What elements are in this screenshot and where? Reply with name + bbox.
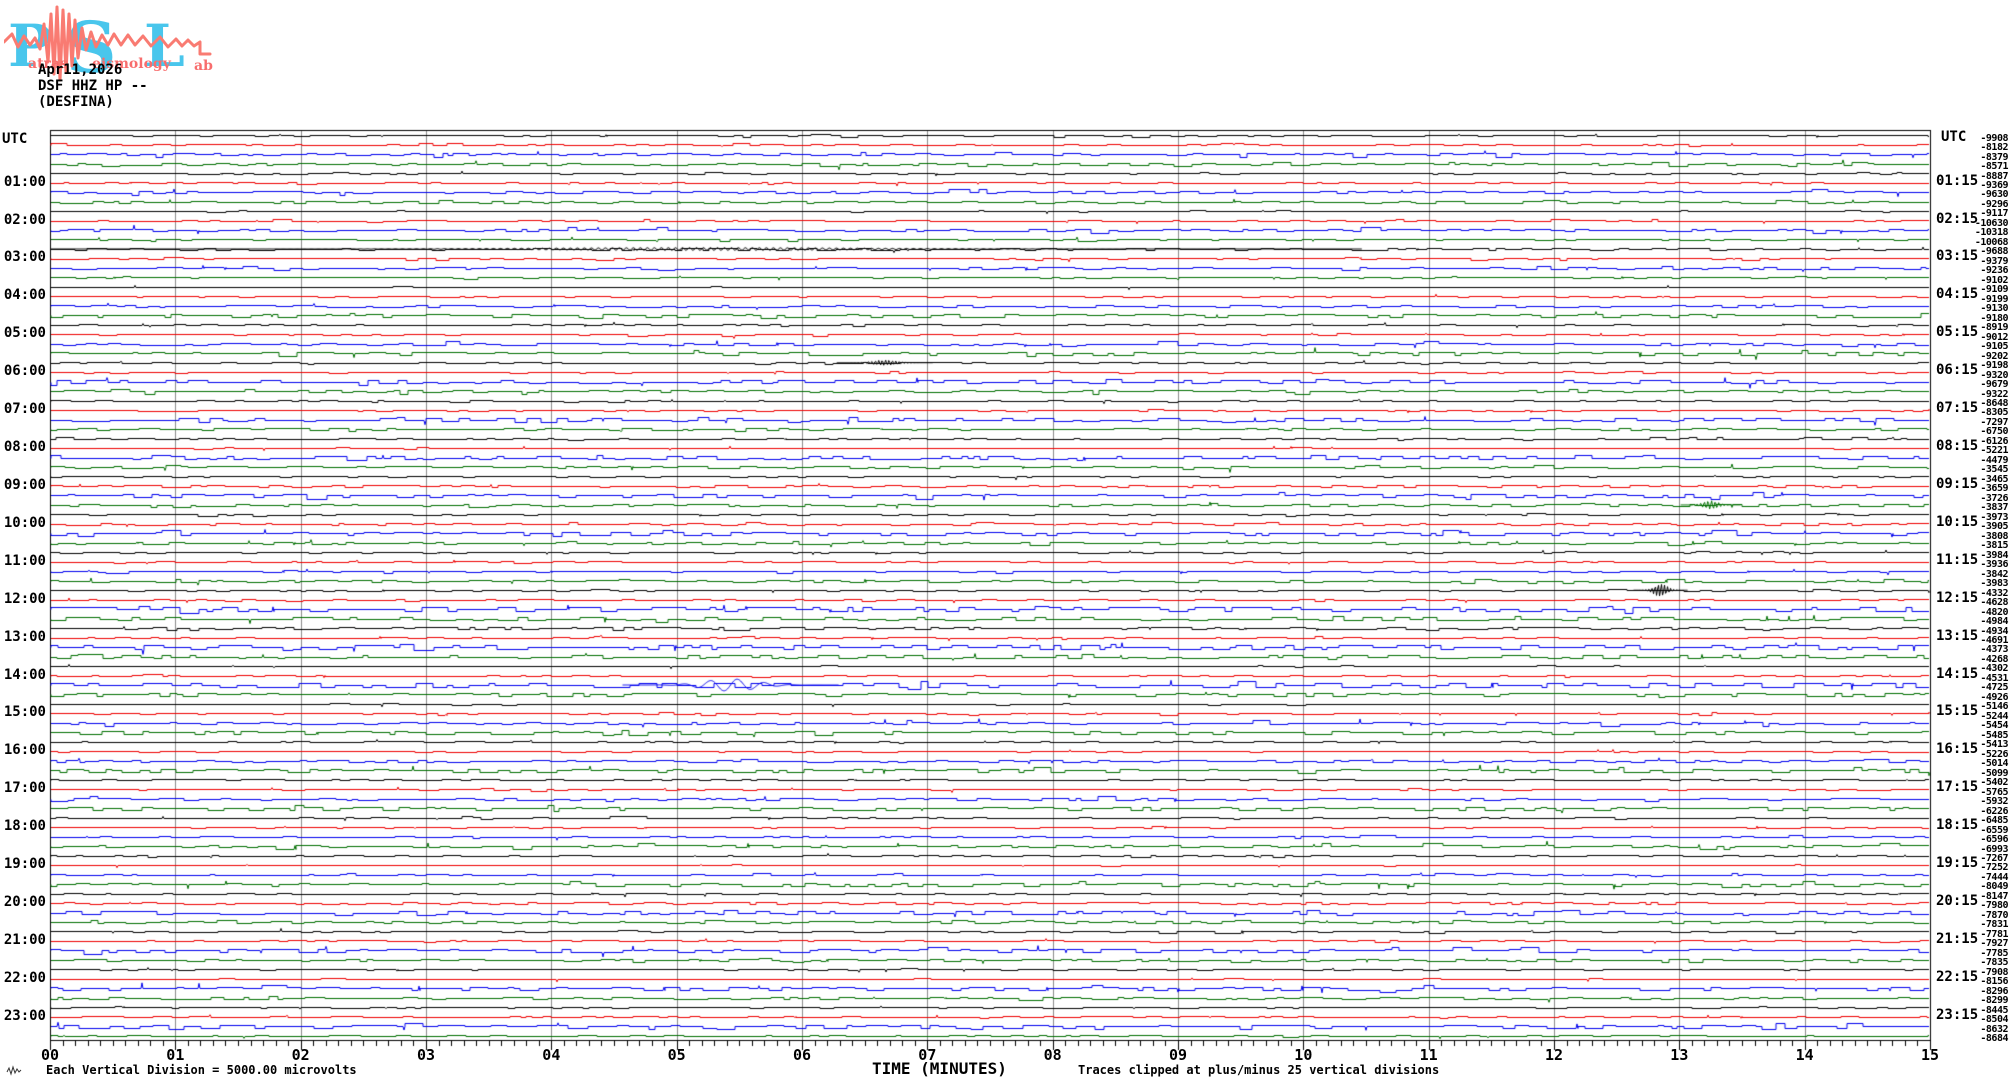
x-axis-label: 01: [166, 1046, 185, 1064]
left-time-label: 12:00: [3, 590, 46, 607]
utc-label-right: UTC: [1941, 129, 1967, 145]
vertical-scale-note: Each Vertical Division = 5000.00 microvo…: [46, 1063, 357, 1077]
left-time-label: 07:00: [3, 401, 46, 418]
x-axis-label: 00: [40, 1046, 60, 1064]
left-time-label: 22:00: [3, 969, 46, 986]
x-axis-title: TIME (MINUTES): [872, 1059, 1007, 1078]
left-time-label: 13:00: [3, 628, 46, 645]
left-time-label: 01:00: [3, 173, 46, 190]
left-time-label: 08:00: [3, 439, 46, 456]
header-location: (DESFINA): [38, 94, 114, 110]
left-time-label: 16:00: [3, 742, 46, 759]
x-axis-label: 06: [792, 1046, 812, 1064]
clip-note: Traces clipped at plus/minus 25 vertical…: [1078, 1063, 1440, 1077]
x-axis-label: 12: [1544, 1046, 1564, 1064]
left-time-label: 03:00: [3, 249, 46, 266]
x-axis-label: 08: [1043, 1046, 1062, 1064]
header-station: DSF HHZ HP --: [38, 78, 148, 94]
helicorder-page: P S L atras eismology ab Apr11,2026 DSF H…: [0, 0, 2010, 1080]
left-time-label: 04:00: [3, 287, 46, 304]
x-axis-label: 15: [1920, 1046, 1940, 1064]
left-time-label: 20:00: [3, 894, 46, 911]
tiny-squiggle-icon: [6, 1065, 22, 1076]
x-axis-label: 02: [291, 1046, 310, 1064]
left-time-label: 18:00: [3, 818, 46, 835]
plot-header: Apr11,2026 DSF HHZ HP -- (DESFINA): [38, 62, 148, 110]
left-time-label: 06:00: [3, 363, 46, 380]
x-axis-label: 13: [1670, 1046, 1689, 1064]
x-axis-label: 03: [416, 1046, 436, 1064]
x-axis-label: 09: [1168, 1046, 1188, 1064]
left-time-label: 11:00: [3, 552, 46, 569]
trace-end-value: -8684: [1980, 1033, 2008, 1045]
utc-label-left: UTC: [2, 131, 28, 147]
left-time-label: 15:00: [3, 704, 46, 721]
left-time-label: 14:00: [3, 666, 46, 683]
logo-word-ab: ab: [194, 58, 213, 74]
seismogram-plot-canvas[interactable]: [0, 0, 2010, 1080]
x-axis-label: 05: [667, 1046, 686, 1064]
left-time-label: 19:00: [3, 856, 46, 873]
left-time-label: 02:00: [3, 211, 46, 228]
x-axis-label: 10: [1294, 1046, 1313, 1064]
left-time-label: 23:00: [3, 1007, 46, 1024]
left-time-label: 09:00: [3, 476, 46, 493]
left-time-label: 17:00: [3, 780, 46, 797]
x-axis-label: 11: [1419, 1046, 1438, 1064]
x-axis-label: 14: [1795, 1046, 1814, 1064]
left-time-label: 10:00: [3, 514, 46, 531]
left-time-label: 05:00: [3, 325, 46, 342]
x-axis-label: 04: [542, 1046, 561, 1064]
header-date: Apr11,2026: [38, 62, 123, 78]
left-time-label: 21:00: [3, 931, 46, 948]
